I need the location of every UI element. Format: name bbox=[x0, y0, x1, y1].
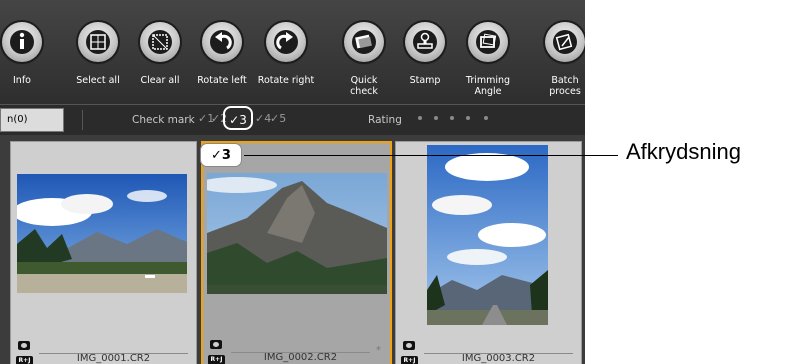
info-icon bbox=[2, 22, 42, 62]
edited-indicator: * bbox=[376, 345, 381, 356]
thumbnail-filename-1: IMG_0001.CR2 bbox=[76, 353, 151, 364]
thumbnail-grid: R+J IMG_0001.CR2 R+J IMG_0002.CR2 R+J IM… bbox=[0, 135, 585, 364]
batch-process-button[interactable]: Batch proces bbox=[545, 0, 585, 104]
rotate-right-label: Rotate right bbox=[257, 75, 315, 86]
select-all-button[interactable]: Select all bbox=[76, 0, 120, 104]
info-label: Info bbox=[13, 75, 31, 86]
rotate-left-button[interactable]: Rotate left bbox=[197, 0, 247, 104]
thumbnail-image-1 bbox=[17, 174, 187, 293]
trimming-angle-label: Trimming Angle bbox=[465, 75, 511, 97]
check-mark-badge[interactable]: ✓3 bbox=[200, 143, 242, 167]
rating-dot-1[interactable] bbox=[418, 116, 422, 120]
thumbnail-filename-3: IMG_0003.CR2 bbox=[461, 353, 536, 364]
callout-leader-line bbox=[244, 155, 618, 156]
rating-dot-5[interactable] bbox=[484, 116, 488, 120]
thumbnail-image-3 bbox=[427, 145, 548, 325]
toolbar: Info Select all Clear all Rotate left Ro… bbox=[0, 0, 585, 104]
rating-label: Rating bbox=[368, 114, 402, 126]
thumbnail-image-2 bbox=[207, 173, 387, 294]
rating-dot-4[interactable] bbox=[466, 116, 470, 120]
rotate-right-button[interactable]: Rotate right bbox=[258, 0, 314, 104]
trimming-angle-button[interactable]: Trimming Angle bbox=[466, 0, 510, 104]
trimming-angle-icon bbox=[468, 22, 508, 62]
selection-count-field[interactable]: n(0) bbox=[0, 108, 64, 132]
rating-dot-3[interactable] bbox=[450, 116, 454, 120]
camera-icon bbox=[403, 341, 415, 350]
clear-all-icon bbox=[140, 22, 180, 62]
quick-check-button[interactable]: Quick check bbox=[344, 0, 384, 104]
rotate-left-icon bbox=[202, 22, 242, 62]
batch-process-label: Batch proces bbox=[549, 75, 581, 97]
quick-check-icon bbox=[344, 22, 384, 62]
batch-process-icon bbox=[545, 22, 585, 62]
check-mark-label: Check mark bbox=[132, 114, 195, 126]
raw-jpeg-badge: R+J bbox=[401, 356, 418, 364]
check-mark-4-filter[interactable]: ✓4 bbox=[255, 112, 271, 125]
rating-dot-2[interactable] bbox=[434, 116, 438, 120]
rotate-right-icon bbox=[266, 22, 306, 62]
thumbnail-cell-3[interactable]: R+J IMG_0003.CR2 bbox=[395, 141, 582, 364]
clear-all-button[interactable]: Clear all bbox=[140, 0, 180, 104]
stamp-icon bbox=[405, 22, 445, 62]
check-mark-5-filter[interactable]: ✓5 bbox=[270, 112, 286, 125]
raw-jpeg-badge: R+J bbox=[208, 355, 225, 364]
thumbnail-cell-2[interactable]: R+J IMG_0002.CR2 bbox=[201, 141, 392, 364]
digital-photo-professional-window: Info Select all Clear all Rotate left Ro… bbox=[0, 0, 585, 364]
camera-icon bbox=[210, 340, 222, 349]
stamp-button[interactable]: Stamp bbox=[405, 0, 445, 104]
divider bbox=[82, 110, 83, 130]
filter-bar: n(0) Check mark ✓1 ✓2 ✓3 ✓4 ✓5 Rating bbox=[0, 104, 585, 135]
thumbnail-filename-2: IMG_0002.CR2 bbox=[263, 352, 338, 363]
select-all-icon bbox=[78, 22, 118, 62]
raw-jpeg-badge: R+J bbox=[16, 356, 33, 364]
thumbnail-cell-1[interactable]: R+J IMG_0001.CR2 bbox=[10, 141, 197, 364]
camera-icon bbox=[18, 341, 30, 350]
check-mark-3-filter[interactable]: ✓3 bbox=[223, 106, 253, 130]
callout-label: Afkrydsning bbox=[626, 139, 741, 164]
info-button[interactable]: Info bbox=[2, 0, 42, 104]
